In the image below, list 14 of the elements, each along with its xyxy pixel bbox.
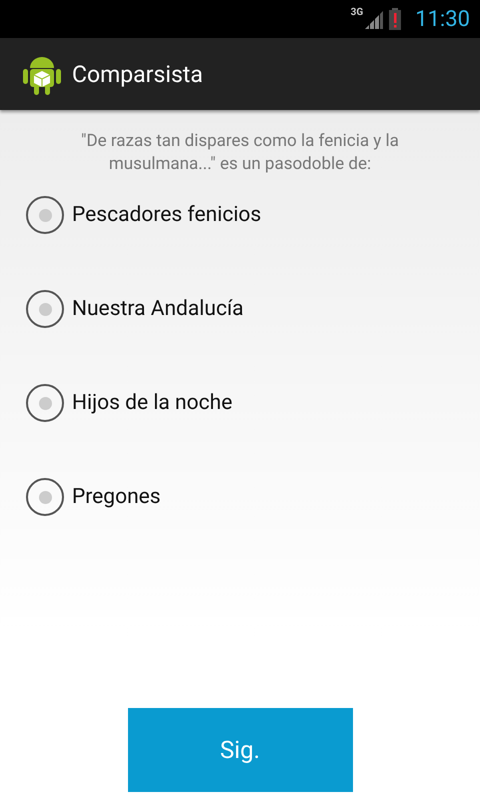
option-label[interactable]: Pregones [72,485,161,509]
radio-button[interactable] [26,196,64,234]
network-type: 3G [350,7,364,18]
option-label[interactable]: Nuestra Andalucía [72,297,244,321]
question-text: "De razas tan dispares como la fenicia y la musulmana..." es un pasodoble de: [80,130,400,176]
radio-button[interactable] [26,290,64,328]
app-title: Comparsista [72,60,203,88]
signal-icon [363,9,384,29]
radio-button[interactable] [26,478,64,516]
radio-button[interactable] [26,384,64,422]
clock: 11:30 [415,6,470,32]
battery-alert-icon [389,8,402,30]
option-label[interactable]: Pescadores fenicios [72,203,262,227]
option-label[interactable]: Hijos de la noche [72,391,232,415]
